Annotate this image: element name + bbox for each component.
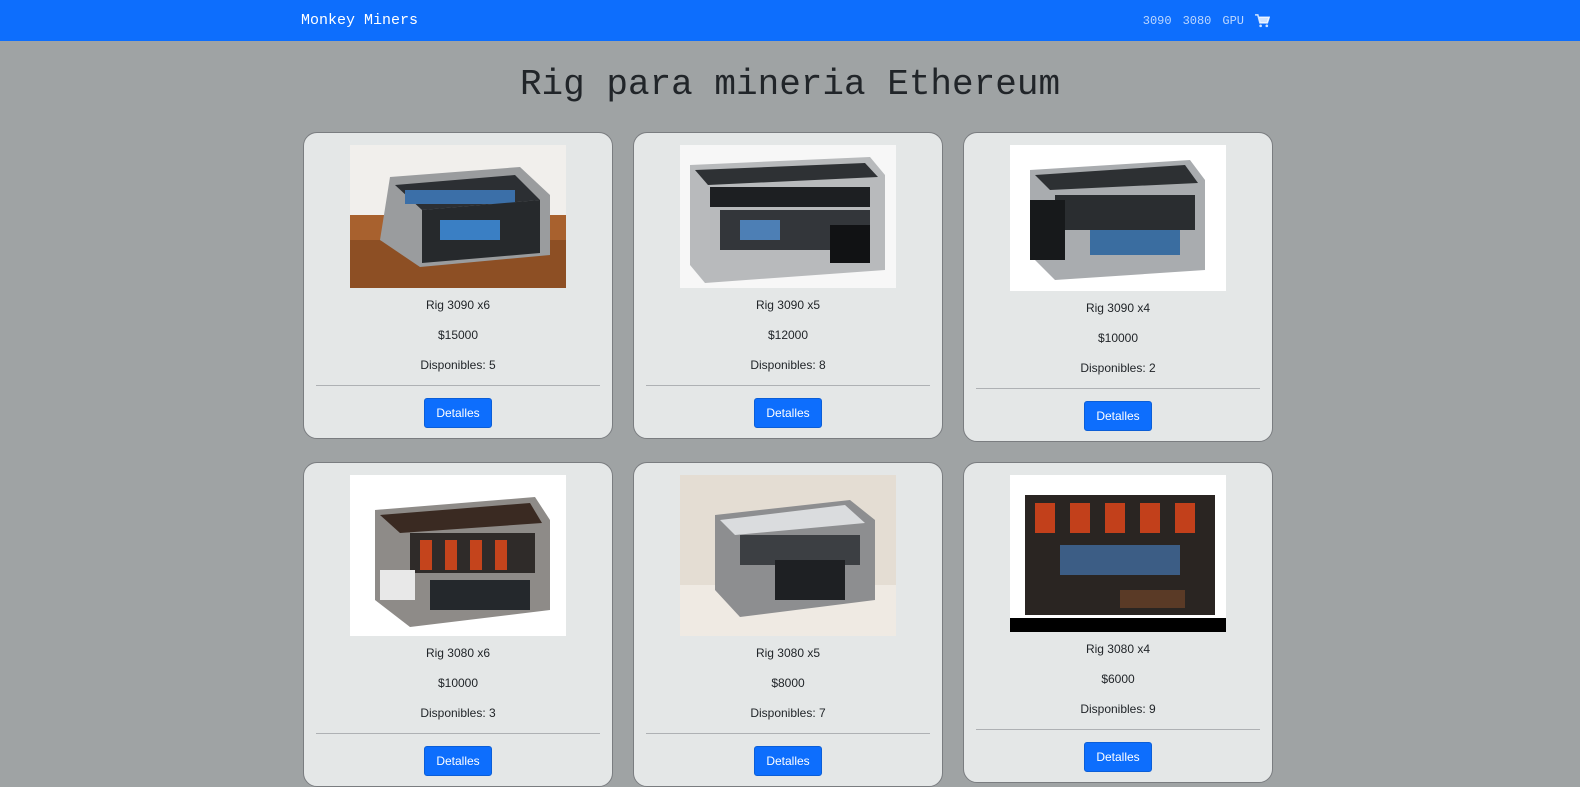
product-price: $12000 (767, 328, 809, 342)
nav-links: 3090 3080 GPU (1143, 13, 1271, 28)
navbar: Monkey Miners 3090 3080 GPU (0, 0, 1580, 41)
product-image (350, 145, 566, 288)
details-button[interactable]: Detalles (754, 746, 822, 776)
divider (646, 733, 930, 734)
product-price: $6000 (1101, 672, 1135, 686)
product-image (350, 475, 566, 636)
product-card: Rig 3080 x5 $8000 Disponibles: 7 Detalle… (633, 462, 943, 787)
product-card: Rig 3090 x6 $15000 Disponibles: 5 Detall… (303, 132, 613, 439)
product-price: $10000 (437, 676, 479, 690)
divider (316, 733, 600, 734)
product-card: Rig 3090 x4 $10000 Disponibles: 2 Detall… (963, 132, 1273, 442)
product-stock: Disponibles: 2 (1080, 361, 1156, 375)
details-button[interactable]: Detalles (754, 398, 822, 428)
product-grid: Rig 3090 x6 $15000 Disponibles: 5 Detall… (303, 132, 1273, 787)
divider (316, 385, 600, 386)
nav-link-gpu[interactable]: GPU (1222, 14, 1244, 28)
brand-link[interactable]: Monkey Miners (301, 12, 418, 29)
product-price: $10000 (1097, 331, 1139, 345)
product-name: Rig 3080 x4 (1085, 642, 1151, 656)
product-card: Rig 3080 x4 $6000 Disponibles: 9 Detalle… (963, 462, 1273, 783)
product-stock: Disponibles: 3 (420, 706, 496, 720)
product-name: Rig 3080 x5 (755, 646, 821, 660)
divider (646, 385, 930, 386)
details-button[interactable]: Detalles (1084, 401, 1152, 431)
product-card: Rig 3080 x6 $10000 Disponibles: 3 Detall… (303, 462, 613, 787)
shopping-cart-icon[interactable] (1255, 13, 1271, 28)
product-name: Rig 3080 x6 (425, 646, 491, 660)
nav-link-3080[interactable]: 3080 (1183, 14, 1212, 28)
product-name: Rig 3090 x6 (425, 298, 491, 312)
product-card: Rig 3090 x5 $12000 Disponibles: 8 Detall… (633, 132, 943, 439)
product-image (1010, 475, 1226, 632)
product-image (1010, 145, 1226, 291)
product-price: $8000 (771, 676, 805, 690)
product-image (680, 145, 896, 288)
details-button[interactable]: Detalles (424, 398, 492, 428)
divider (976, 729, 1260, 730)
page-title: Rig para mineria Ethereum (519, 64, 1061, 105)
product-image (680, 475, 896, 636)
details-button[interactable]: Detalles (424, 746, 492, 776)
details-button[interactable]: Detalles (1084, 742, 1152, 772)
divider (976, 388, 1260, 389)
product-stock: Disponibles: 8 (750, 358, 826, 372)
product-name: Rig 3090 x4 (1085, 301, 1151, 315)
product-stock: Disponibles: 5 (420, 358, 496, 372)
nav-link-3090[interactable]: 3090 (1143, 14, 1172, 28)
product-stock: Disponibles: 7 (750, 706, 826, 720)
product-name: Rig 3090 x5 (755, 298, 821, 312)
product-stock: Disponibles: 9 (1080, 702, 1156, 716)
product-price: $15000 (437, 328, 479, 342)
